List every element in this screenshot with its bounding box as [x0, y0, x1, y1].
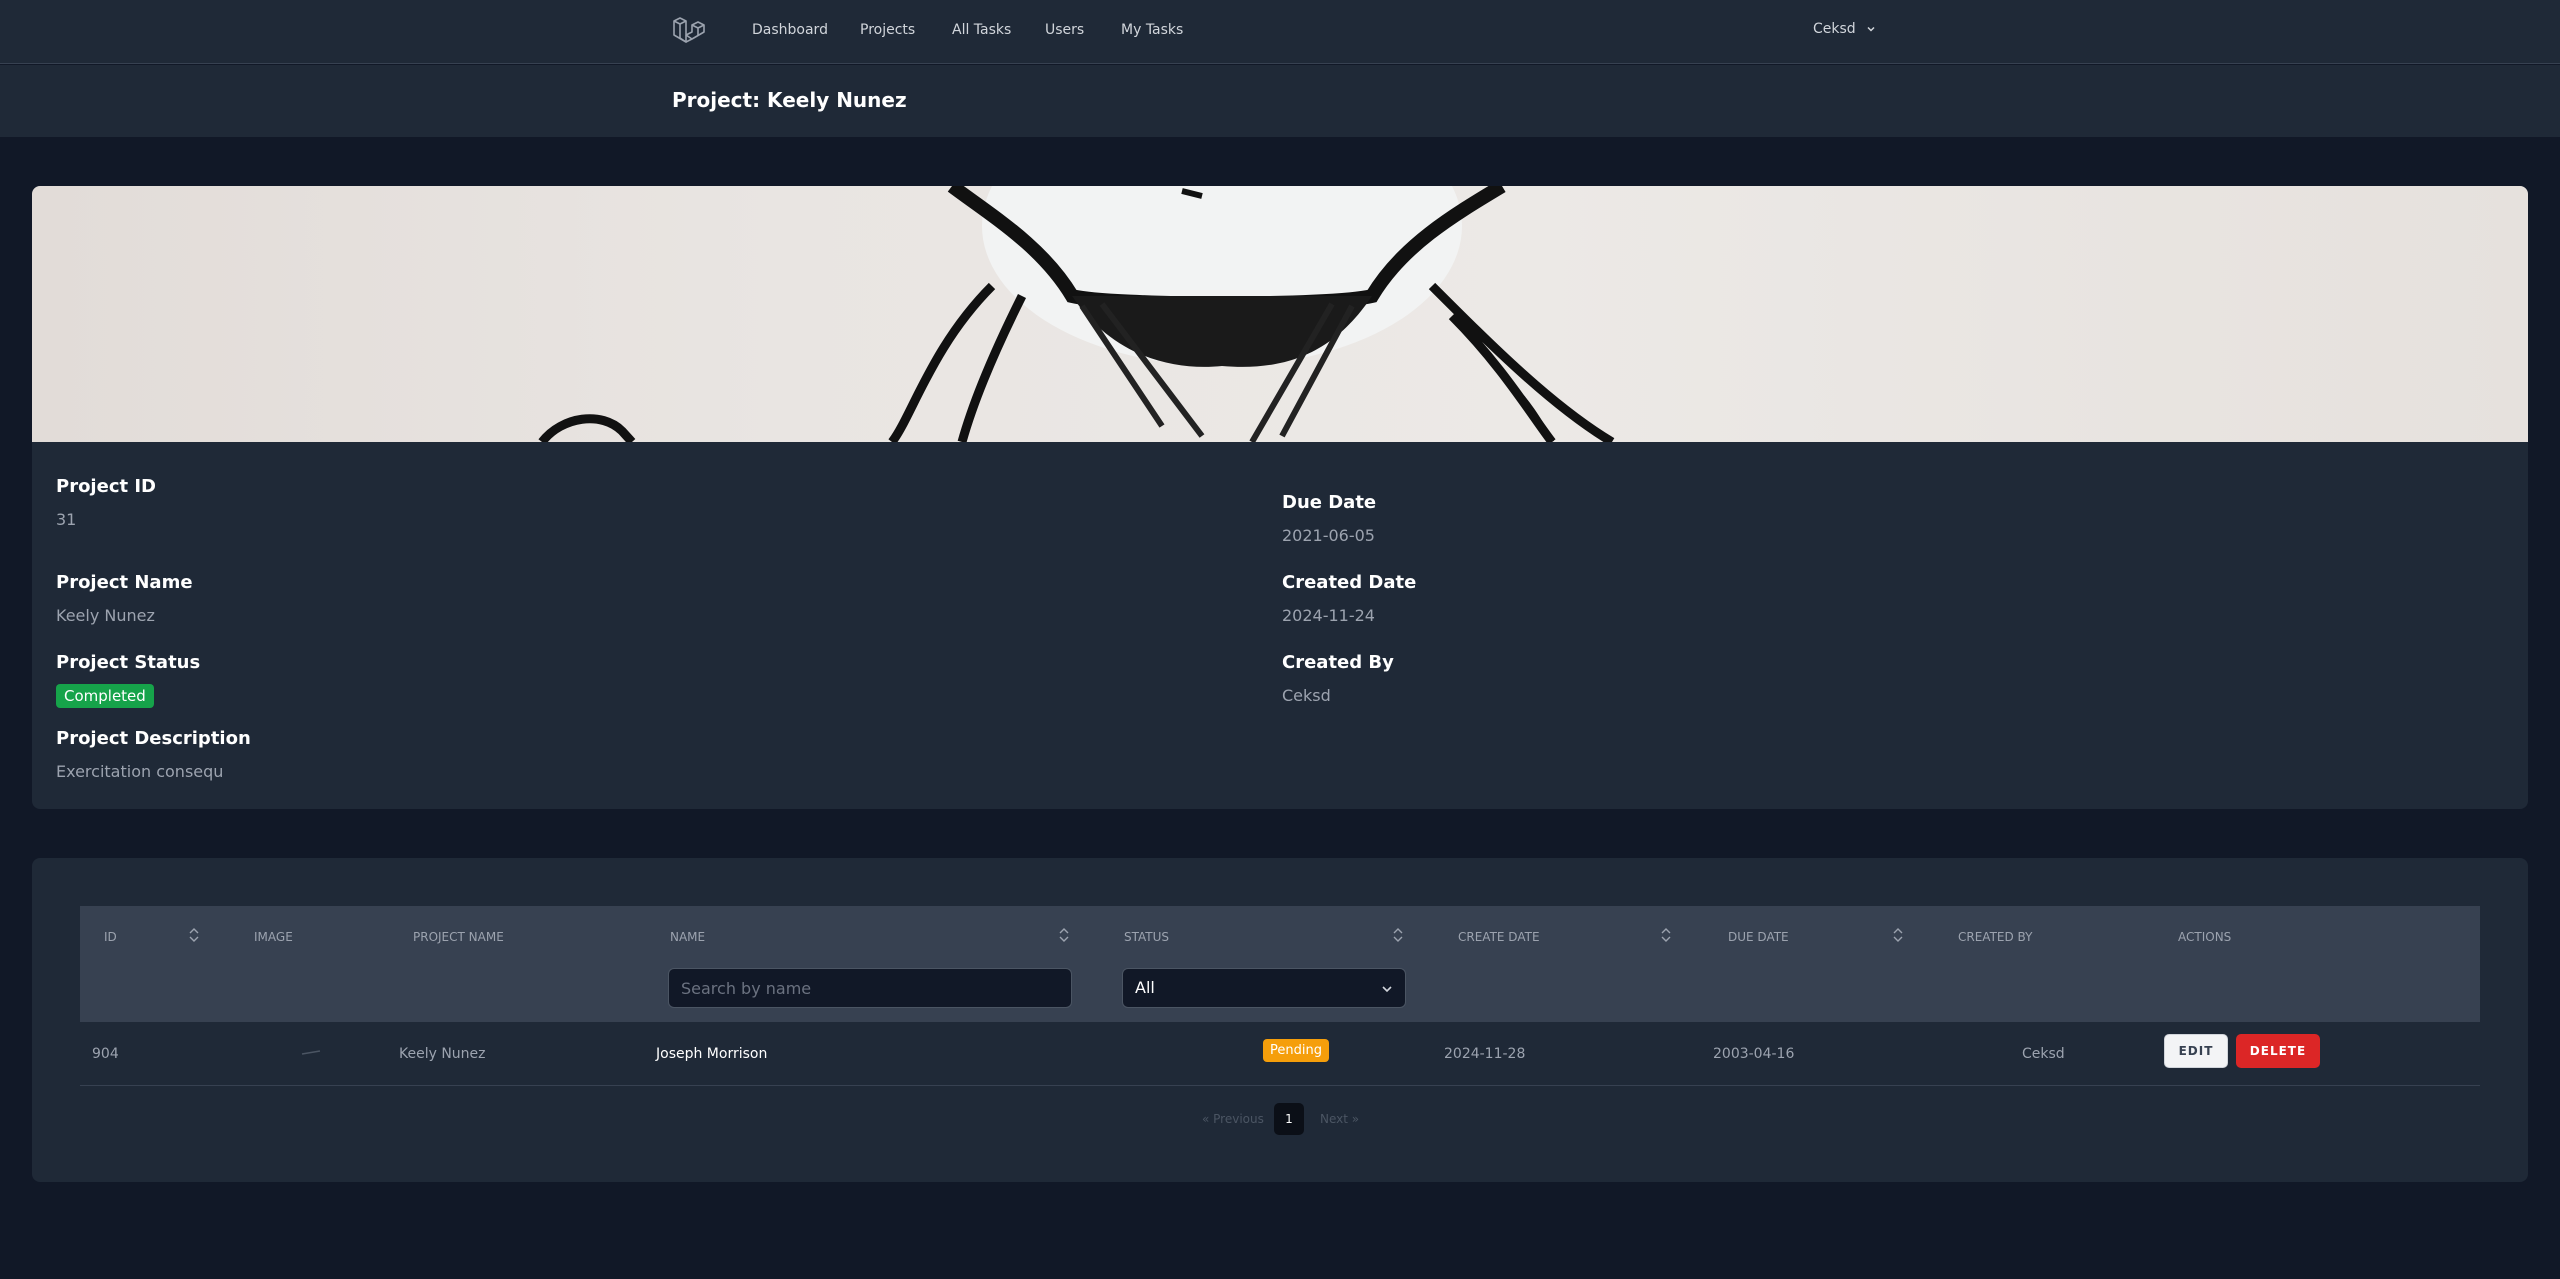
pagination-next[interactable]: Next »: [1320, 1112, 1359, 1126]
nav-link-users[interactable]: Users: [1045, 22, 1084, 38]
sort-icon[interactable]: [1058, 926, 1070, 944]
cell-created-by: Ceksd: [2022, 1046, 2065, 1062]
pagination-previous[interactable]: « Previous: [1202, 1112, 1264, 1126]
created-date-label: Created Date: [1282, 572, 1417, 593]
project-description-label: Project Description: [56, 728, 251, 749]
created-by-value: Ceksd: [1282, 686, 1331, 705]
project-status-label: Project Status: [56, 652, 201, 673]
tasks-card: ID Image Project Name Name Status Create…: [32, 858, 2528, 1182]
nav-link-all-tasks[interactable]: All Tasks: [952, 22, 1011, 38]
cell-create-date: 2024-11-28: [1444, 1046, 1526, 1062]
user-menu[interactable]: Ceksd: [1813, 21, 1876, 37]
search-input[interactable]: [668, 968, 1072, 1008]
column-header-actions: Actions: [2178, 930, 2232, 944]
edit-button[interactable]: EDIT: [2164, 1034, 2228, 1068]
page-header: Project: Keely Nunez: [0, 65, 2560, 137]
column-header-due-date[interactable]: Due Date: [1728, 930, 1789, 944]
status-badge: Pending: [1263, 1039, 1329, 1062]
page-title: Project: Keely Nunez: [672, 88, 907, 112]
task-image-thumbnail: [301, 1050, 321, 1055]
column-header-project-name: Project Name: [413, 930, 504, 944]
table-header: ID Image Project Name Name Status Create…: [80, 906, 2480, 1022]
nav-link-my-tasks[interactable]: My Tasks: [1121, 22, 1183, 38]
column-header-id[interactable]: ID: [104, 930, 117, 944]
nav-link-projects[interactable]: Projects: [860, 22, 915, 38]
cell-id: 904: [92, 1046, 119, 1062]
due-date-label: Due Date: [1282, 492, 1377, 513]
column-header-create-date[interactable]: Create Date: [1458, 930, 1540, 944]
sort-icon[interactable]: [1392, 926, 1404, 944]
table-row: 904 Keely Nunez Joseph Morrison Pending …: [80, 1022, 2480, 1086]
column-header-name[interactable]: Name: [670, 930, 705, 944]
created-by-label: Created By: [1282, 652, 1394, 673]
status-filter-value: All: [1135, 978, 1155, 997]
project-name-label: Project Name: [56, 572, 193, 593]
sort-icon[interactable]: [1892, 926, 1904, 944]
status-badge: Completed: [56, 684, 154, 708]
sort-icon[interactable]: [188, 926, 200, 944]
project-details-card: Project ID 31 Project Name Keely Nunez P…: [32, 186, 2528, 809]
project-id-value: 31: [56, 510, 77, 529]
laravel-logo-icon[interactable]: [672, 15, 706, 49]
project-id-label: Project ID: [56, 476, 156, 497]
chevron-down-icon: [1382, 986, 1392, 993]
project-image: [32, 186, 2528, 442]
pagination-page-current[interactable]: 1: [1274, 1103, 1304, 1135]
column-header-created-by: Created By: [1958, 930, 2033, 944]
chevron-down-icon: [1867, 26, 1875, 32]
delete-button[interactable]: DELETE: [2236, 1034, 2320, 1068]
cell-project-name: Keely Nunez: [399, 1046, 486, 1062]
nav-link-dashboard[interactable]: Dashboard: [752, 22, 828, 38]
project-description-value: Exercitation consequ: [56, 762, 224, 781]
top-navigation: Dashboard Projects All Tasks Users My Ta…: [0, 0, 2560, 64]
cell-due-date: 2003-04-16: [1713, 1046, 1795, 1062]
user-name: Ceksd: [1813, 21, 1856, 37]
cell-name[interactable]: Joseph Morrison: [656, 1046, 767, 1062]
project-name-value: Keely Nunez: [56, 606, 155, 625]
due-date-value: 2021-06-05: [1282, 526, 1375, 545]
created-date-value: 2024-11-24: [1282, 606, 1375, 625]
column-header-status[interactable]: Status: [1124, 930, 1169, 944]
column-header-image: Image: [254, 930, 293, 944]
sort-icon[interactable]: [1660, 926, 1672, 944]
status-filter-select[interactable]: All: [1122, 968, 1406, 1008]
